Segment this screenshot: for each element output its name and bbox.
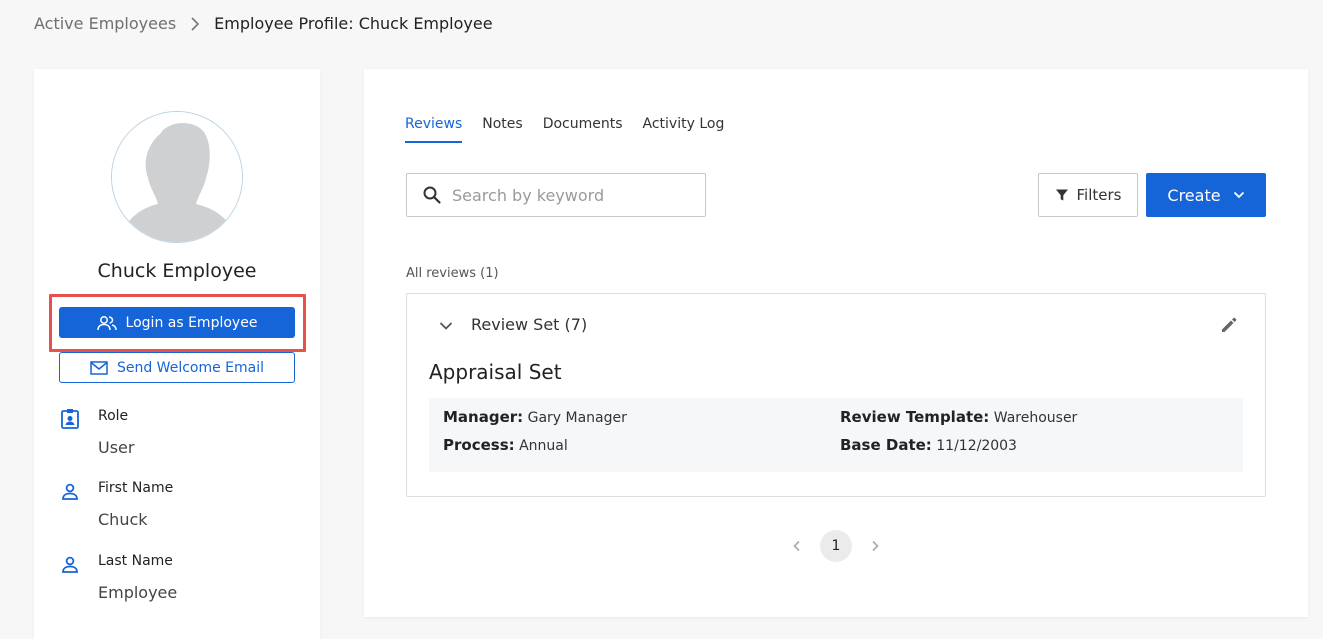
first-name-label: First Name	[98, 480, 174, 496]
review-details: Manager: Gary Manager Review Template: W…	[429, 398, 1243, 472]
pagination: 1	[788, 530, 884, 562]
first-name-value: Chuck	[98, 510, 148, 529]
login-as-employee-button[interactable]: Login as Employee	[59, 307, 295, 338]
tab-bar: Reviews Notes Documents Activity Log	[405, 116, 724, 143]
create-button[interactable]: Create	[1146, 173, 1266, 217]
login-as-employee-label: Login as Employee	[125, 314, 258, 331]
last-name-label: Last Name	[98, 553, 173, 569]
person-icon	[62, 483, 78, 500]
template-label: Review Template:	[840, 408, 990, 426]
employee-name: Chuck Employee	[97, 260, 257, 282]
review-set-card: Review Set (7) Appraisal Set Manager: Ga…	[406, 293, 1266, 497]
role-label: Role	[98, 408, 129, 424]
manager-label: Manager:	[443, 408, 524, 426]
base-date-row: Base Date: 11/12/2003	[840, 436, 1017, 454]
profile-card: Chuck Employee Login as Employee Send We…	[34, 69, 320, 639]
person-icon	[62, 556, 78, 573]
tab-reviews[interactable]: Reviews	[405, 116, 463, 143]
template-row: Review Template: Warehouser	[840, 408, 1077, 426]
chevron-right-icon	[190, 16, 200, 31]
tab-documents[interactable]: Documents	[543, 116, 623, 143]
filters-button[interactable]: Filters	[1038, 173, 1138, 217]
chevron-right-icon	[872, 540, 879, 552]
avatar-silhouette-icon	[112, 112, 242, 242]
chevron-down-icon	[1233, 191, 1244, 199]
chevron-left-icon	[793, 540, 800, 552]
process-row: Process: Annual	[443, 436, 568, 454]
breadcrumb-active-employees[interactable]: Active Employees	[34, 14, 176, 33]
tab-notes[interactable]: Notes	[482, 116, 522, 143]
page-number-button[interactable]: 1	[820, 530, 852, 562]
base-date-label: Base Date:	[840, 436, 932, 454]
pencil-icon[interactable]	[1219, 315, 1239, 335]
review-set-title[interactable]: Review Set (7)	[471, 315, 587, 334]
create-label: Create	[1167, 185, 1221, 205]
template-value: Warehouser	[993, 410, 1078, 426]
mail-icon	[90, 360, 108, 375]
last-name-value: Employee	[98, 583, 178, 602]
search-box	[406, 173, 706, 217]
badge-icon	[61, 409, 79, 429]
chevron-down-icon[interactable]	[437, 317, 455, 335]
filter-icon	[1055, 189, 1068, 201]
manager-value: Gary Manager	[527, 410, 627, 426]
search-input[interactable]	[452, 185, 692, 205]
process-value: Annual	[519, 438, 568, 454]
appraisal-set-title: Appraisal Set	[429, 360, 562, 384]
avatar	[111, 111, 243, 243]
base-date-value: 11/12/2003	[936, 438, 1017, 454]
next-page-button[interactable]	[866, 537, 884, 555]
send-welcome-email-button[interactable]: Send Welcome Email	[59, 352, 295, 383]
breadcrumb-current: Employee Profile: Chuck Employee	[214, 14, 493, 33]
reviews-count: All reviews (1)	[406, 266, 499, 281]
role-value: User	[98, 438, 135, 457]
tab-activity-log[interactable]: Activity Log	[643, 116, 725, 143]
search-icon	[423, 186, 441, 204]
send-welcome-email-label: Send Welcome Email	[116, 359, 265, 376]
process-label: Process:	[443, 436, 515, 454]
users-icon	[96, 315, 117, 330]
reviews-panel: Reviews Notes Documents Activity Log Fil…	[364, 69, 1308, 617]
filters-label: Filters	[1076, 186, 1122, 204]
prev-page-button[interactable]	[788, 537, 806, 555]
manager-row: Manager: Gary Manager	[443, 408, 627, 426]
breadcrumb: Active Employees Employee Profile: Chuck…	[34, 14, 493, 33]
